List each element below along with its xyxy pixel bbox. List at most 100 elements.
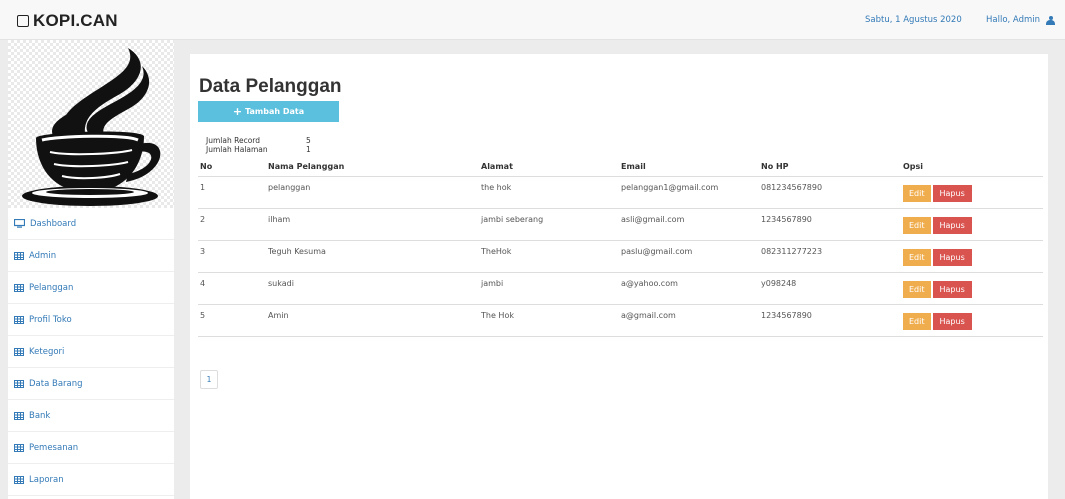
edit-button[interactable]: Edit: [903, 184, 931, 202]
sidebar-item-pelanggan[interactable]: Pelanggan: [8, 272, 174, 304]
cell-email: pelanggan1@gmail.com: [621, 176, 761, 209]
header-opsi: Opsi: [903, 157, 1043, 177]
customer-table: No Nama Pelanggan Alamat Email No HP Ops…: [198, 157, 1043, 337]
cell-no-hp: y098248: [761, 272, 903, 305]
edit-button[interactable]: Edit: [903, 280, 931, 298]
table-icon: [14, 251, 24, 260]
delete-button[interactable]: Hapus: [932, 216, 972, 234]
add-data-button[interactable]: + Tambah Data: [198, 101, 339, 122]
cell-no: 4: [198, 272, 268, 305]
sidebar-item-pemesanan[interactable]: Pemesanan: [8, 432, 174, 464]
page-count-value: 1: [306, 145, 311, 154]
coffee-cup-logo: [8, 40, 174, 208]
table-row: 3 Teguh Kesuma TheHok paslu@gmail.com 08…: [198, 240, 1043, 273]
edit-button[interactable]: Edit: [903, 216, 931, 234]
cell-alamat: jambi: [481, 272, 621, 305]
delete-button[interactable]: Hapus: [932, 280, 972, 298]
pagination-page-1[interactable]: 1: [200, 370, 218, 389]
sidebar-item-data-barang[interactable]: Data Barang: [8, 368, 174, 400]
cell-opsi: Edit Hapus: [903, 208, 1043, 241]
sidebar-item-label: Laporan: [29, 474, 64, 485]
cell-opsi: Edit Hapus: [903, 272, 1043, 305]
user-menu[interactable]: Hallo, Admin: [986, 15, 1056, 25]
sidebar-item-label: Admin: [29, 250, 57, 261]
table-icon: [14, 315, 24, 324]
header-email: Email: [621, 157, 761, 177]
table-icon: [14, 443, 24, 452]
cell-no-hp: 1234567890: [761, 208, 903, 241]
user-greeting: Hallo, Admin: [986, 15, 1041, 25]
top-navbar: KOPI.CAN Sabtu, 1 Agustus 2020 Hallo, Ad…: [0, 0, 1065, 40]
sidebar-item-bank[interactable]: Bank: [8, 400, 174, 432]
table-row: 5 Amin The Hok a@gmail.com 1234567890 Ed…: [198, 304, 1043, 337]
cell-no: 1: [198, 176, 268, 209]
page-title: Data Pelanggan: [199, 76, 342, 97]
table-icon: [14, 475, 24, 484]
cell-alamat: the hok: [481, 176, 621, 209]
brand-logo[interactable]: KOPI.CAN: [17, 11, 118, 31]
sidebar-item-label: Dashboard: [30, 218, 77, 229]
table-icon: [14, 283, 24, 292]
sidebar: Dashboard Admin Pelanggan Profil Toko Ke…: [8, 40, 174, 499]
record-count-value: 5: [306, 136, 311, 145]
sidebar-item-label: Data Barang: [29, 378, 83, 389]
add-data-label: Tambah Data: [245, 107, 305, 116]
sidebar-item-dashboard[interactable]: Dashboard: [8, 208, 174, 240]
monitor-icon: [14, 219, 25, 228]
brand-name: KOPI.CAN: [33, 11, 118, 30]
cell-nama: Teguh Kesuma: [268, 240, 481, 273]
edit-button[interactable]: Edit: [903, 248, 931, 266]
user-icon: [1046, 15, 1056, 25]
header-nama: Nama Pelanggan: [268, 157, 481, 177]
table-row: 4 sukadi jambi a@yahoo.com y098248 Edit H…: [198, 272, 1043, 305]
sidebar-item-label: Pelanggan: [29, 282, 74, 293]
cell-no-hp: 1234567890: [761, 304, 903, 337]
cell-opsi: Edit Hapus: [903, 240, 1043, 273]
cell-email: paslu@gmail.com: [621, 240, 761, 273]
delete-button[interactable]: Hapus: [932, 184, 972, 202]
cell-alamat: TheHok: [481, 240, 621, 273]
cell-no: 2: [198, 208, 268, 241]
cell-email: a@yahoo.com: [621, 272, 761, 305]
cell-no-hp: 081234567890: [761, 176, 903, 209]
sidebar-item-label: Ketegori: [29, 346, 65, 357]
sidebar-menu: Dashboard Admin Pelanggan Profil Toko Ke…: [8, 208, 174, 496]
table-row: 1 pelanggan the hok pelanggan1@gmail.com…: [198, 176, 1043, 209]
sidebar-item-label: Profil Toko: [29, 314, 72, 325]
brand-square-icon: [17, 15, 29, 27]
table-icon: [14, 411, 24, 420]
sidebar-item-profil-toko[interactable]: Profil Toko: [8, 304, 174, 336]
cell-nama: sukadi: [268, 272, 481, 305]
cell-opsi: Edit Hapus: [903, 304, 1043, 337]
cell-no-hp: 082311277223: [761, 240, 903, 273]
cell-email: asli@gmail.com: [621, 208, 761, 241]
header-alamat: Alamat: [481, 157, 621, 177]
plus-icon: +: [232, 105, 243, 118]
table-header-row: No Nama Pelanggan Alamat Email No HP Ops…: [198, 157, 1043, 177]
sidebar-item-ketegori[interactable]: Ketegori: [8, 336, 174, 368]
cell-nama: ilham: [268, 208, 481, 241]
table-icon: [14, 379, 24, 388]
page-count-label: Jumlah Halaman: [206, 145, 268, 154]
record-count-label: Jumlah Record: [206, 136, 261, 145]
header-no-hp: No HP: [761, 157, 903, 177]
sidebar-item-laporan[interactable]: Laporan: [8, 464, 174, 496]
delete-button[interactable]: Hapus: [932, 312, 972, 330]
cell-alamat: jambi seberang: [481, 208, 621, 241]
table-row: 2 ilham jambi seberang asli@gmail.com 12…: [198, 208, 1043, 241]
cell-email: a@gmail.com: [621, 304, 761, 337]
header-no: No: [198, 157, 268, 177]
delete-button[interactable]: Hapus: [932, 248, 972, 266]
edit-button[interactable]: Edit: [903, 312, 931, 330]
cell-nama: Amin: [268, 304, 481, 337]
cell-nama: pelanggan: [268, 176, 481, 209]
cell-no: 3: [198, 240, 268, 273]
cell-alamat: The Hok: [481, 304, 621, 337]
sidebar-item-label: Bank: [29, 410, 51, 421]
sidebar-item-label: Pemesanan: [29, 442, 79, 453]
sidebar-item-admin[interactable]: Admin: [8, 240, 174, 272]
current-date[interactable]: Sabtu, 1 Agustus 2020: [865, 15, 962, 25]
cell-opsi: Edit Hapus: [903, 176, 1043, 209]
table-icon: [14, 347, 24, 356]
cell-no: 5: [198, 304, 268, 337]
